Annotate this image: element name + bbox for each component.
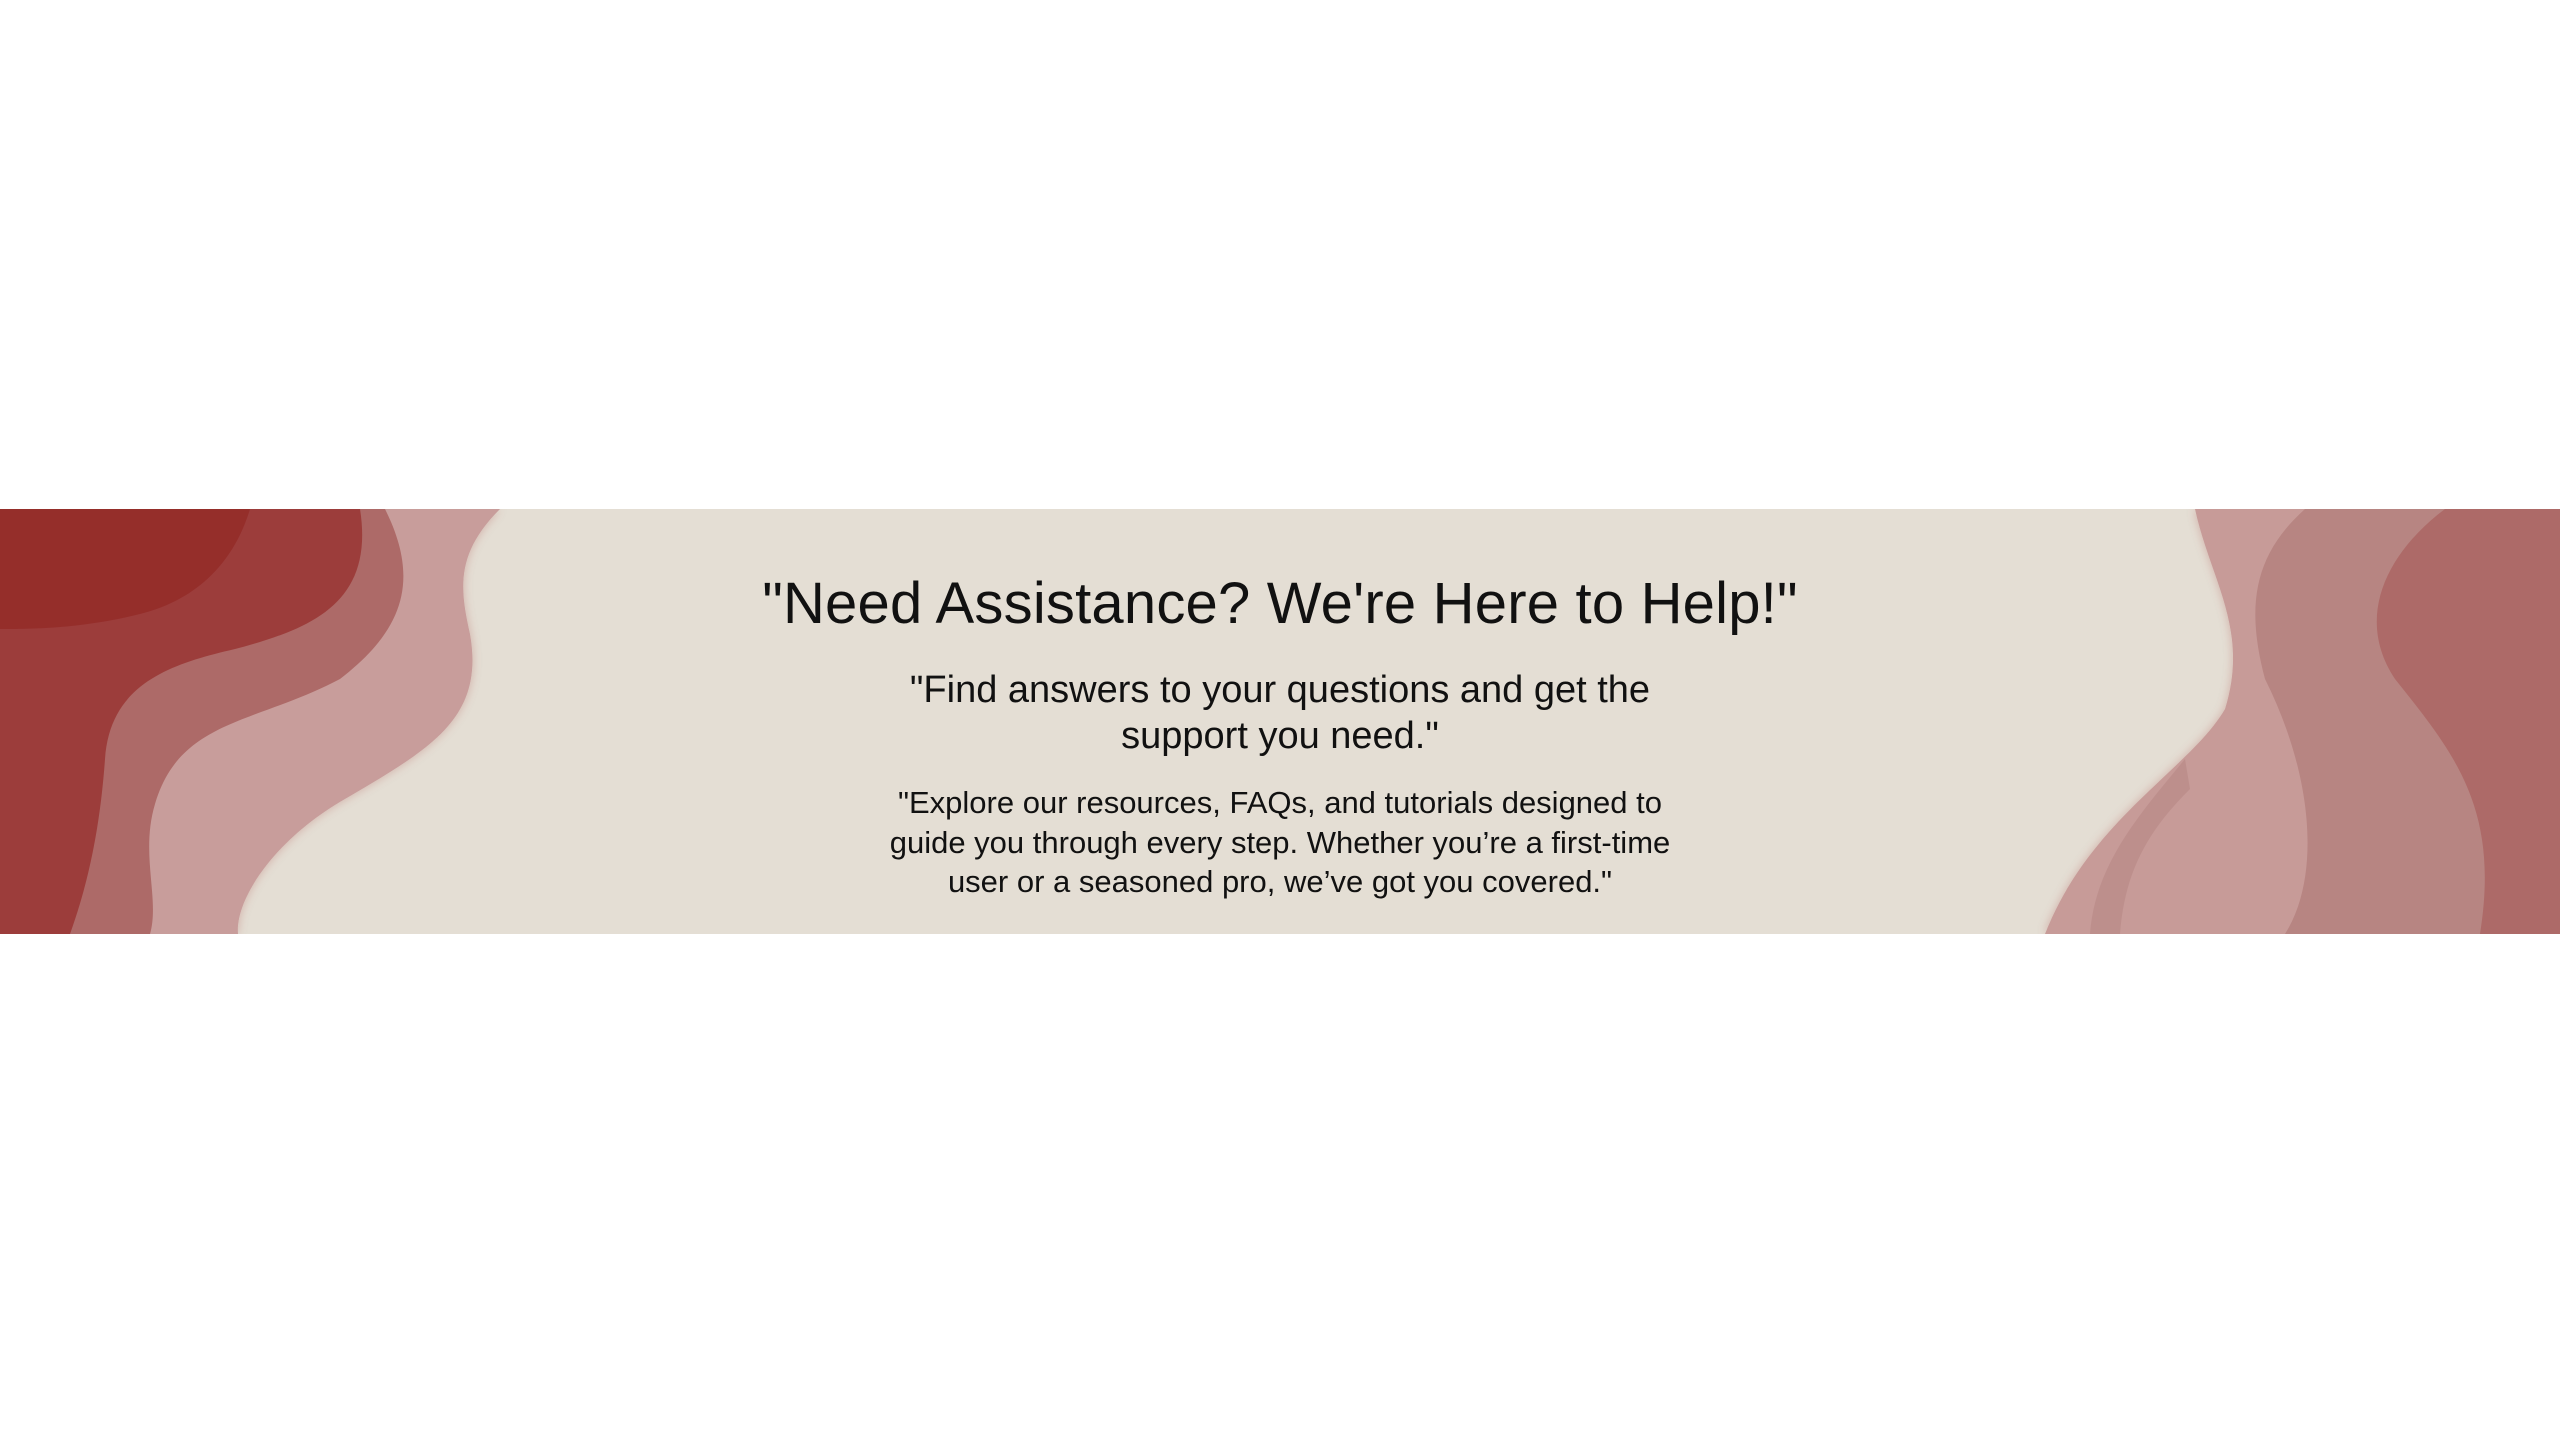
support-headline: "Need Assistance? We're Here to Help!" [762,571,1798,636]
banner-content: "Need Assistance? We're Here to Help!" "… [0,509,2560,934]
support-subheadline: "Find answers to your questions and get … [909,669,1651,758]
support-banner: "Need Assistance? We're Here to Help!" "… [0,509,2560,934]
support-description: "Explore our resources, FAQs, and tutori… [889,785,1671,900]
help-page: "Need Assistance? We're Here to Help!" "… [0,0,2560,1440]
